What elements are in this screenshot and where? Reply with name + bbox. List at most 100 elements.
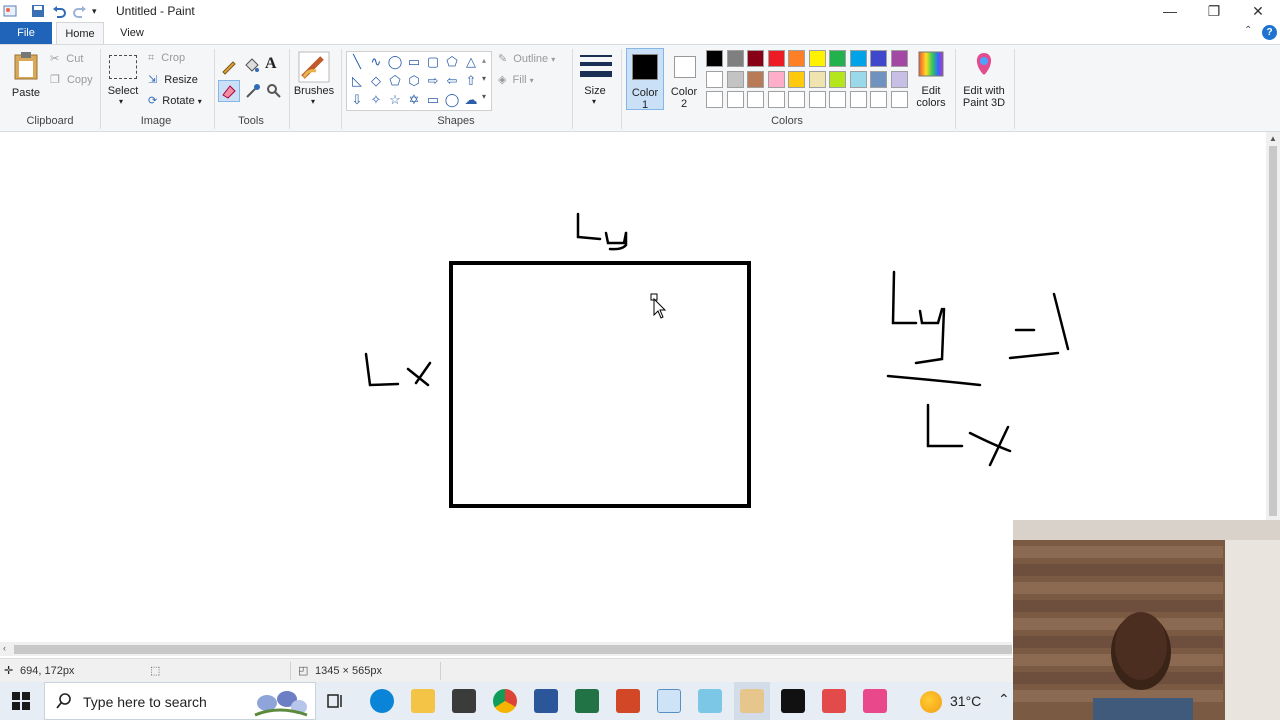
chevron-up-icon[interactable]: ⌃ <box>998 691 1010 708</box>
palette-color-swatch[interactable] <box>849 70 867 88</box>
rectangle-shape-icon[interactable]: ▭ <box>406 54 422 70</box>
fill-bucket-icon[interactable] <box>242 57 260 75</box>
four-point-star-shape-icon[interactable]: ✧ <box>368 92 384 108</box>
paste-button[interactable]: Paste <box>8 49 44 103</box>
scroll-up-arrow-icon[interactable]: ▲ <box>1269 134 1277 143</box>
palette-color-swatch[interactable] <box>890 50 908 67</box>
curve-shape-icon[interactable]: ∿ <box>368 54 384 70</box>
line-shape-icon[interactable]: ╲ <box>349 54 365 70</box>
palette-color-swatch[interactable] <box>747 50 764 67</box>
triangle-shape-icon[interactable]: △ <box>463 54 479 70</box>
size-button[interactable]: Size ▾ <box>578 51 614 111</box>
palette-color-swatch[interactable] <box>870 50 887 67</box>
up-arrow-shape-icon[interactable]: ⇧ <box>463 73 479 89</box>
crop-button[interactable]: ⌗ Crop <box>148 52 185 65</box>
hexagon-shape-icon[interactable]: ⬡ <box>406 73 422 89</box>
palette-color-swatch[interactable] <box>767 50 785 67</box>
edit-colors-button[interactable]: Edit colors <box>912 49 952 111</box>
cut-button[interactable]: ✂ Cut <box>50 52 83 65</box>
color-picker-icon[interactable] <box>244 82 262 100</box>
palette-color-swatch[interactable] <box>808 50 826 67</box>
expand-gallery-icon[interactable]: ▾ <box>482 92 486 101</box>
edit-with-paint3d-button[interactable]: Edit with Paint 3D <box>958 49 1010 111</box>
custom-color-slot[interactable] <box>747 91 764 108</box>
rounded-rectangle-shape-icon[interactable]: ▢ <box>425 54 441 70</box>
restore-button[interactable]: ❐ <box>1192 0 1236 22</box>
tab-file[interactable]: File <box>0 22 52 44</box>
windows-start-icon[interactable] <box>12 692 30 710</box>
palette-color-swatch[interactable] <box>890 70 908 88</box>
palette-color-swatch[interactable] <box>808 70 826 88</box>
file-explorer-icon[interactable] <box>411 689 435 713</box>
custom-color-slot[interactable] <box>788 91 805 108</box>
powerpoint-icon[interactable] <box>616 689 640 713</box>
palette-color-swatch[interactable] <box>829 50 846 67</box>
palette-color-swatch[interactable] <box>788 50 805 67</box>
oval-shape-icon[interactable]: ◯ <box>387 54 403 70</box>
diamond-shape-icon[interactable]: ◇ <box>368 73 384 89</box>
fill-button[interactable]: ◈ Fill ▾ <box>498 73 534 86</box>
collapse-ribbon-icon[interactable]: ⌃ <box>1244 25 1252 36</box>
palette-color-swatch[interactable] <box>747 70 764 88</box>
save-icon[interactable] <box>30 3 46 19</box>
help-icon[interactable]: ? <box>1262 25 1277 40</box>
palette-color-swatch[interactable] <box>870 70 887 88</box>
five-point-star-shape-icon[interactable]: ☆ <box>387 92 403 108</box>
custom-color-slot[interactable] <box>829 91 846 108</box>
color1-button[interactable]: Color 1 <box>626 48 664 111</box>
custom-color-slot[interactable] <box>849 91 867 108</box>
left-arrow-shape-icon[interactable]: ⇦ <box>444 73 460 89</box>
text-tool-icon[interactable]: A <box>265 55 277 73</box>
custom-color-slot[interactable] <box>767 91 785 108</box>
tab-view[interactable]: View <box>108 22 156 44</box>
weather-icon[interactable] <box>920 691 942 713</box>
close-button[interactable]: ✕ <box>1236 0 1280 22</box>
right-triangle-shape-icon[interactable]: ◺ <box>349 73 365 89</box>
pencil-icon[interactable] <box>220 57 238 75</box>
magnifier-icon[interactable] <box>265 82 283 100</box>
custom-color-slot[interactable] <box>726 91 744 108</box>
palette-color-swatch[interactable] <box>726 50 744 67</box>
palette-color-swatch[interactable] <box>706 70 723 88</box>
palette-color-swatch[interactable] <box>706 50 723 67</box>
custom-color-slot[interactable] <box>890 91 908 108</box>
app-icon[interactable] <box>698 689 722 713</box>
palette-color-swatch[interactable] <box>726 70 744 88</box>
custom-color-slot[interactable] <box>808 91 826 108</box>
callout-cloud-shape-icon[interactable]: ☁ <box>463 92 479 108</box>
scroll-down-icon[interactable]: ▾ <box>482 74 486 83</box>
right-arrow-shape-icon[interactable]: ⇨ <box>425 73 441 89</box>
resize-button[interactable]: ⇲ Resize <box>148 73 198 86</box>
outline-button[interactable]: ✎ Outline ▾ <box>498 52 555 65</box>
rotate-button[interactable]: ⟳ Rotate ▾ <box>148 94 202 107</box>
pentagon-shape-icon[interactable]: ⬠ <box>387 73 403 89</box>
palette-color-swatch[interactable] <box>829 70 846 88</box>
select-button[interactable]: Select ▾ <box>106 51 140 109</box>
palette-color-swatch[interactable] <box>849 50 867 67</box>
undo-icon[interactable] <box>51 3 67 19</box>
app-icon[interactable] <box>822 689 846 713</box>
copy-button[interactable]: ❐ Copy <box>50 73 93 86</box>
snipping-tool-icon[interactable] <box>657 689 681 713</box>
edge-browser-icon[interactable] <box>370 689 394 713</box>
callout-rectangle-shape-icon[interactable]: ▭ <box>425 92 441 108</box>
mail-icon[interactable] <box>452 689 476 713</box>
vertical-scroll-thumb[interactable] <box>1269 146 1277 516</box>
excel-icon[interactable] <box>575 689 599 713</box>
eraser-icon[interactable] <box>218 80 240 102</box>
terminal-icon[interactable] <box>781 689 805 713</box>
color2-button[interactable]: Color 2 <box>666 48 704 110</box>
taskbar-search-box[interactable]: Type here to search <box>44 682 316 720</box>
palette-color-swatch[interactable] <box>788 70 805 88</box>
word-icon[interactable] <box>534 689 558 713</box>
tab-home[interactable]: Home <box>56 22 104 44</box>
brushes-button[interactable]: Brushes ▾ <box>294 51 334 111</box>
horizontal-scroll-thumb[interactable] <box>14 645 1012 654</box>
chrome-icon[interactable] <box>493 689 517 713</box>
custom-color-slot[interactable] <box>870 91 887 108</box>
down-arrow-shape-icon[interactable]: ⇩ <box>349 92 365 108</box>
scroll-up-icon[interactable]: ▴ <box>482 56 486 65</box>
task-view-icon[interactable] <box>326 692 346 710</box>
app-icon[interactable] <box>863 689 887 713</box>
polygon-shape-icon[interactable]: ⬠ <box>444 54 460 70</box>
